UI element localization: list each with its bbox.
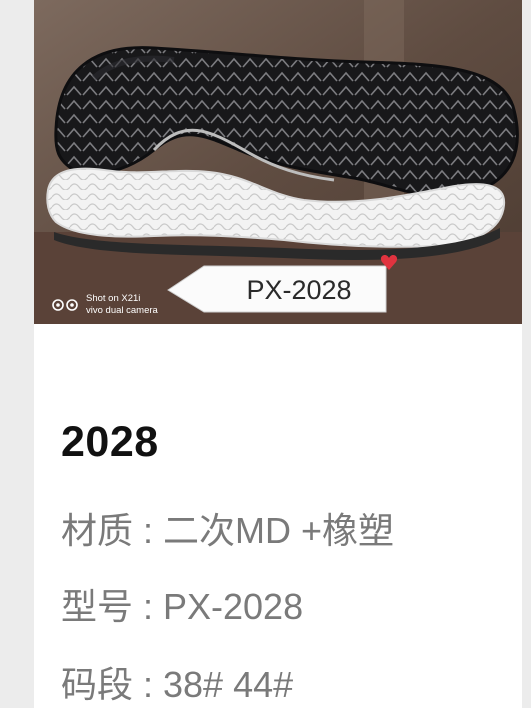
model-spec: 型号 : PX-2028 — [61, 586, 304, 627]
product-page: PX-2028 Shot on X21i vivo dual camera 20… — [0, 0, 531, 708]
watermark-line-1: Shot on X21i — [86, 293, 140, 304]
material-spec: 材质 : 二次MD +橡塑 — [61, 510, 395, 551]
model-tag-text: PX-2028 — [246, 275, 351, 305]
product-photo[interactable]: PX-2028 Shot on X21i vivo dual camera — [34, 0, 522, 324]
product-card[interactable]: PX-2028 Shot on X21i vivo dual camera 20… — [34, 0, 522, 708]
watermark-line-2: vivo dual camera — [86, 305, 159, 316]
size-range-spec: 码段 : 38# 44# — [61, 664, 294, 705]
product-title: 2028 — [61, 418, 159, 466]
